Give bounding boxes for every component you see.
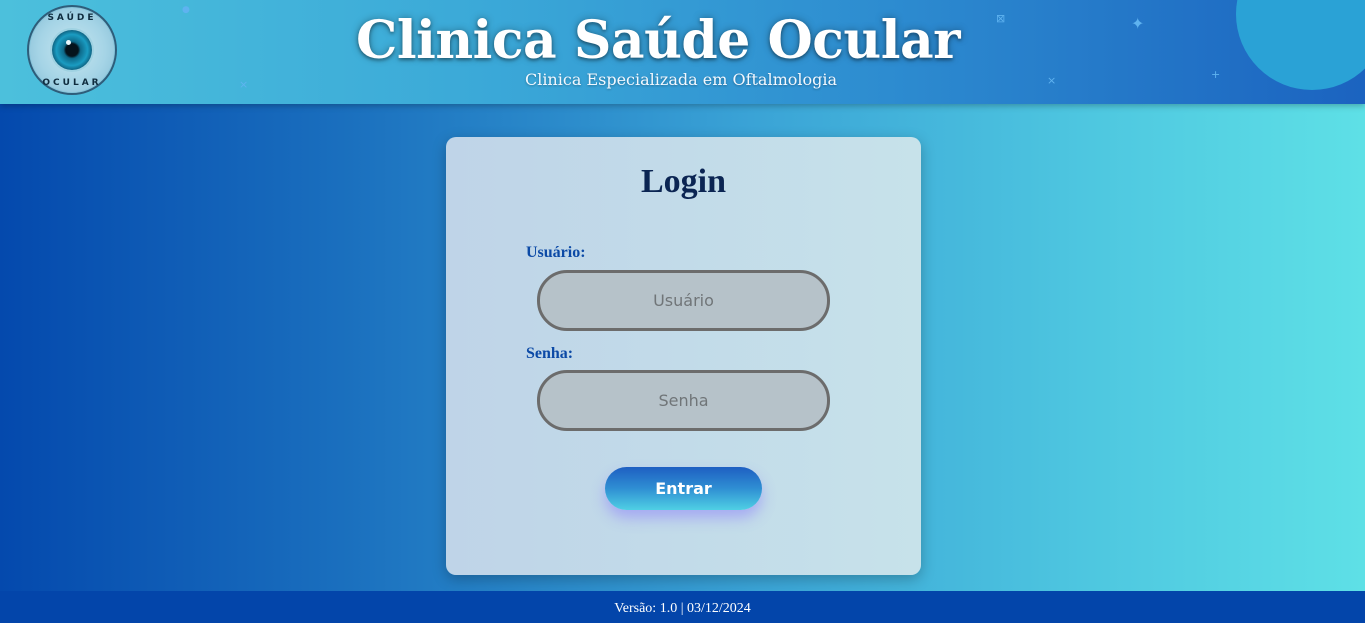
- site-footer: Versão: 1.0 | 03/12/2024: [0, 591, 1365, 623]
- version-text: Versão: 1.0 | 03/12/2024: [614, 601, 751, 616]
- site-title: Clinica Saúde Ocular: [355, 10, 961, 71]
- password-input[interactable]: [537, 370, 830, 431]
- login-title: Login: [640, 163, 727, 200]
- site-subtitle: Clinica Especializada em Oftalmologia: [524, 70, 838, 89]
- login-card: Login Usuário: Senha: Entrar: [446, 137, 921, 575]
- password-label: Senha:: [526, 345, 574, 362]
- site-header: ● × ⊠ ✦ × + SAÚDE OCULAR Clinica Saúde O…: [0, 0, 1365, 104]
- login-button[interactable]: Entrar: [605, 467, 762, 510]
- username-label: Usuário:: [526, 244, 586, 261]
- username-input[interactable]: [537, 270, 830, 331]
